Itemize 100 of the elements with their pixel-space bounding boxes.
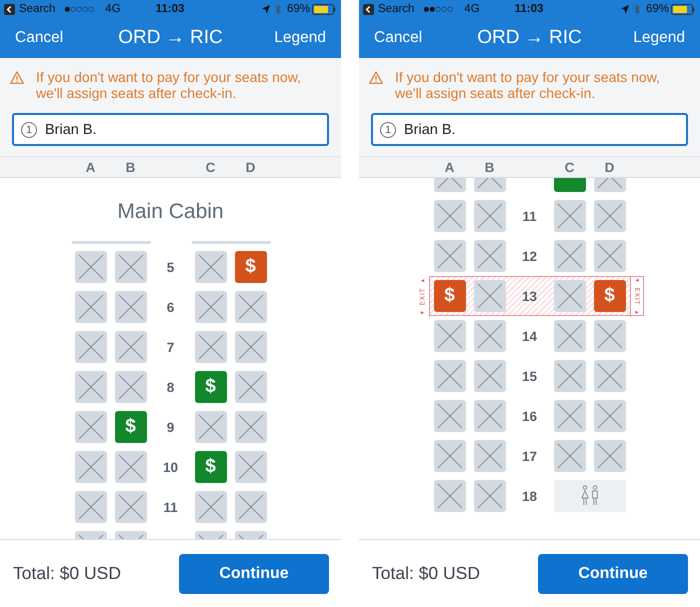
status-time: 11:03 [514, 3, 544, 15]
unavailable-seat-icon [194, 251, 226, 283]
unavailable-seat-icon [434, 200, 466, 232]
unavailable-seat-icon [594, 360, 626, 392]
cancel-button[interactable]: Cancel [15, 29, 64, 47]
column-letter: B [484, 160, 494, 174]
battery-percent: 69% [646, 3, 669, 15]
unavailable-seat-icon [474, 320, 506, 352]
notice-text: If you don't want to pay for your seats now, we'll assign seats after check-in. [36, 69, 302, 101]
unavailable-seat-icon [114, 251, 146, 283]
unavailable-seat-icon [554, 240, 586, 272]
row-number: 11 [163, 500, 178, 514]
row-number: 6 [166, 300, 174, 314]
passenger-field[interactable]: 1 Brian B. [371, 113, 688, 146]
unavailable-seat-icon [114, 371, 146, 403]
legend-button[interactable]: Legend [274, 29, 326, 47]
unavailable-seat-icon [474, 280, 506, 312]
back-icon[interactable] [363, 4, 374, 14]
back-icon[interactable] [4, 4, 15, 14]
row-number: 18 [522, 488, 538, 504]
unavailable-seat-icon [234, 411, 266, 443]
notice-text: If you don't want to pay for your seats now, we'll assign seats after check-in. [395, 69, 661, 101]
column-letter: B [126, 160, 136, 174]
unavailable-seat-icon [474, 480, 506, 512]
seat-button[interactable]: $ [114, 411, 146, 443]
seat-button[interactable]: $ [194, 371, 226, 403]
network-type: 4G [464, 3, 480, 15]
passenger-field[interactable]: 1 Brian B. [12, 113, 329, 146]
unavailable-seat-icon [434, 240, 466, 272]
unavailable-seat-icon [234, 451, 266, 483]
unavailable-seat-icon [234, 491, 266, 523]
row-number: 7 [166, 340, 174, 354]
row-number: 17 [522, 448, 538, 464]
unavailable-seat-icon [594, 200, 626, 232]
row-number: 12 [522, 248, 538, 264]
row-number: 13 [522, 288, 538, 304]
network-type: 4G [105, 3, 121, 15]
seat-button[interactable]: $ [194, 451, 226, 483]
location-arrow-icon [620, 4, 629, 14]
legend-button[interactable]: Legend [633, 29, 685, 47]
unavailable-seat-icon [114, 491, 146, 523]
unavailable-seat-icon [114, 451, 146, 483]
unavailable-seat-icon [114, 291, 146, 323]
passenger-number: 1 [380, 122, 396, 138]
warning-icon [369, 71, 383, 84]
route-title: ORD → RIC [118, 27, 223, 49]
unavailable-seat-icon [594, 320, 626, 352]
cancel-button[interactable]: Cancel [374, 29, 422, 47]
unavailable-seat-icon [554, 440, 586, 472]
total-price: Total: $0 USD [372, 563, 480, 584]
unavailable-seat-icon [554, 320, 586, 352]
column-letter: C [564, 160, 574, 174]
column-letter: C [206, 160, 216, 174]
unavailable-seat-icon [114, 331, 146, 363]
route-title: ORD → RIC [477, 27, 582, 49]
total-price: Total: $0 USD [13, 563, 121, 584]
unavailable-seat-icon [234, 371, 266, 403]
unavailable-seat-icon [74, 411, 106, 443]
row-number: 11 [522, 208, 537, 224]
unavailable-seat-icon [474, 440, 506, 472]
unavailable-seat-icon [74, 371, 106, 403]
restroom-icon [580, 485, 600, 507]
unavailable-seat-icon [554, 280, 586, 312]
unavailable-seat-icon [554, 360, 586, 392]
seat-button[interactable] [554, 178, 586, 192]
row-number: 15 [522, 368, 538, 384]
back-app-link[interactable]: Search [19, 3, 56, 15]
column-letter: A [86, 160, 96, 174]
unavailable-seat-icon [434, 320, 466, 352]
row-number: 14 [522, 328, 538, 344]
battery-percent: 69% [286, 3, 310, 15]
seat-button[interactable]: $ [234, 251, 266, 283]
unavailable-seat-icon [74, 491, 106, 523]
unavailable-seat-icon [74, 291, 106, 323]
unavailable-seat-icon [474, 200, 506, 232]
unavailable-seat-icon [74, 331, 106, 363]
unavailable-seat-icon [554, 200, 586, 232]
back-app-link[interactable]: Search [378, 3, 414, 15]
unavailable-seat-icon [474, 178, 506, 192]
unavailable-seat-icon [234, 331, 266, 363]
seat-button[interactable]: $ [434, 280, 466, 312]
row-number: 10 [162, 460, 178, 474]
seat-button[interactable]: $ [594, 280, 626, 312]
row-number: 5 [166, 260, 174, 274]
cabin-title: Main Cabin [117, 199, 224, 225]
unavailable-seat-icon [474, 400, 506, 432]
continue-button[interactable]: Continue [179, 554, 329, 594]
unavailable-seat-icon [234, 291, 266, 323]
status-time: 11:03 [156, 3, 184, 15]
unavailable-seat-icon [474, 240, 506, 272]
unavailable-seat-icon [594, 178, 626, 192]
unavailable-seat-icon [194, 291, 226, 323]
row-number: 16 [522, 408, 538, 424]
bluetooth-icon [634, 4, 640, 14]
battery-icon [671, 4, 695, 14]
unavailable-seat-icon [434, 178, 466, 192]
continue-button[interactable]: Continue [538, 554, 688, 594]
warning-icon [10, 71, 24, 84]
unavailable-seat-icon [434, 480, 466, 512]
unavailable-seat-icon [194, 411, 226, 443]
